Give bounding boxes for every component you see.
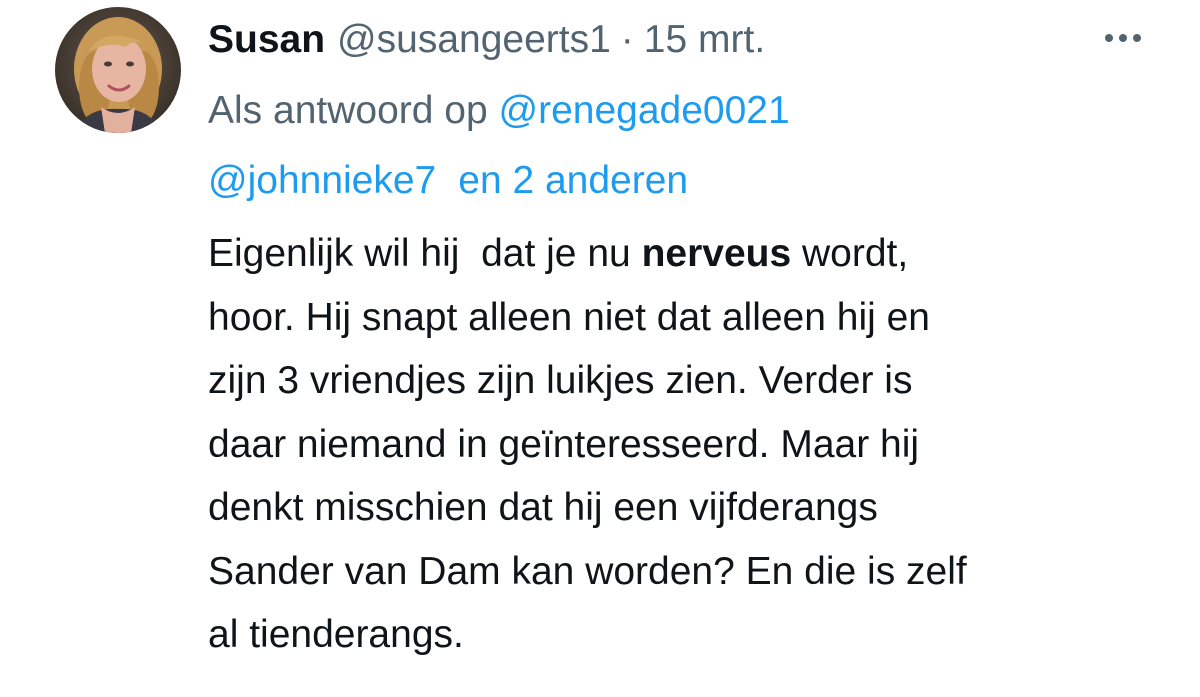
reply-context: Als antwoord op @renegade0021 — [208, 86, 790, 136]
more-horizontal-icon — [1119, 34, 1127, 42]
tweet-text-part: Eigenlijk wil hij dat je nu — [208, 232, 642, 275]
tweet-header: Susan @susangeerts1 · 15 mrt. — [208, 14, 765, 66]
mention-link-johnnieke[interactable]: @johnnieke7 — [208, 159, 436, 202]
tweet-text-line: Sander van Dam kan worden? En die is zel… — [208, 549, 967, 593]
tweet-text-line: Eigenlijk wil hij dat je nu nerveus word… — [208, 222, 1168, 286]
mention-link-renegade[interactable]: @renegade0021 — [499, 89, 790, 132]
separator-dot: · — [620, 18, 634, 61]
tweet-date[interactable]: 15 mrt. — [644, 18, 765, 61]
tweet[interactable]: Susan @susangeerts1 · 15 mrt. Als antwoord … — [0, 0, 1200, 697]
tweet-text-part: wordt, — [791, 232, 909, 275]
tweet-text-line: daar niemand in geïnteresseerd. Maar hij — [208, 422, 920, 466]
avatar[interactable] — [55, 7, 181, 133]
tweet-text-line: denkt misschien dat hij een vijfderangs — [208, 486, 878, 529]
tweet-text-line: zijn 3 vriendjes zijn luikjes zien. Verd… — [208, 359, 913, 402]
tweet-text-line: al tienderangs. — [208, 613, 464, 656]
tweet-text-line: hoor. Hij snapt alleen niet dat alleen h… — [208, 295, 930, 339]
others-link[interactable]: en 2 anderen — [458, 159, 688, 202]
tweet-text: Eigenlijk wil hij dat je nu nerveus word… — [208, 222, 1168, 667]
reply-prefix: Als antwoord op — [208, 89, 488, 132]
reply-context-continued: @johnnieke7 en 2 anderen — [208, 156, 688, 206]
user-handle[interactable]: @susangeerts1 — [337, 18, 611, 61]
tweet-text-bold: nerveus — [641, 232, 792, 275]
display-name[interactable]: Susan — [208, 18, 325, 61]
more-horizontal-icon — [1133, 34, 1141, 42]
more-horizontal-icon — [1105, 34, 1113, 42]
more-options-button[interactable] — [1088, 18, 1158, 58]
profile-photo-icon — [55, 7, 181, 133]
